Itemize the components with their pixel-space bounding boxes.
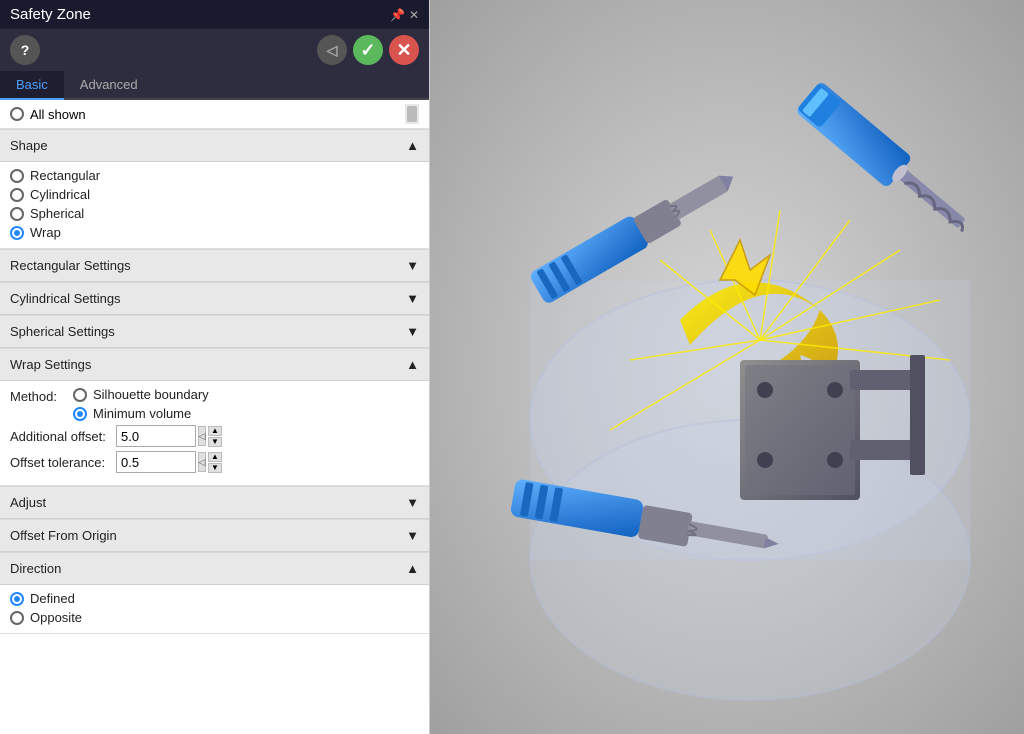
method-options: Silhouette boundary Minimum volume [73, 387, 209, 421]
viewport[interactable] [430, 0, 1024, 734]
direction-opposite-option[interactable]: Opposite [10, 610, 419, 625]
offset-tolerance-input-wrap: ◁ ▲ ▼ [116, 451, 222, 473]
offset-from-origin-header[interactable]: Offset From Origin ▼ [0, 519, 429, 552]
adjust-section-header[interactable]: Adjust ▼ [0, 486, 429, 519]
tab-advanced[interactable]: Advanced [64, 71, 154, 100]
toolbar-left: ? [10, 35, 40, 65]
spherical-settings-title: Spherical Settings [10, 324, 115, 339]
defined-label: Defined [30, 591, 75, 606]
minimum-volume-radio[interactable] [73, 407, 87, 421]
wrap-settings-body: Method: Silhouette boundary Minimum volu… [0, 381, 429, 486]
shape-wrap-option[interactable]: Wrap [10, 225, 419, 240]
panel-content: All shown Shape ▲ Rectangular Cylindrica… [0, 100, 429, 734]
adjust-chevron-icon: ▼ [406, 495, 419, 510]
direction-radio-group: Defined Opposite [10, 591, 419, 625]
direction-chevron-icon: ▲ [406, 561, 419, 576]
title-bar-left: Safety Zone [10, 6, 91, 23]
direction-section-body: Defined Opposite [0, 585, 429, 634]
shape-section-body: Rectangular Cylindrical Spherical Wrap [0, 162, 429, 249]
additional-offset-label: Additional offset: [10, 429, 110, 444]
spherical-radio[interactable] [10, 207, 24, 221]
title-bar-right: 📌 ✕ [390, 8, 419, 22]
additional-offset-row: Additional offset: ◁ ▲ ▼ [10, 425, 419, 447]
cylindrical-radio[interactable] [10, 188, 24, 202]
offset-from-origin-title: Offset From Origin [10, 528, 117, 543]
pin-icon[interactable]: 📌 [390, 8, 405, 22]
wrap-settings-title: Wrap Settings [10, 357, 91, 372]
ok-button[interactable]: ✓ [353, 35, 383, 65]
shape-chevron-icon: ▲ [406, 138, 419, 153]
cylindrical-settings-chevron-icon: ▼ [406, 291, 419, 306]
method-label: Method: [10, 387, 65, 404]
cylindrical-settings-header[interactable]: Cylindrical Settings ▼ [0, 282, 429, 315]
additional-offset-slider[interactable]: ◁ [198, 426, 206, 446]
silhouette-radio[interactable] [73, 388, 87, 402]
silhouette-option[interactable]: Silhouette boundary [73, 387, 209, 402]
left-panel: Safety Zone 📌 ✕ ? ◁ ✓ ✕ Basic Advanced A… [0, 0, 430, 734]
offset-tolerance-input[interactable] [116, 451, 196, 473]
wrap-radio[interactable] [10, 226, 24, 240]
shape-section-title: Shape [10, 138, 48, 153]
shape-section-header[interactable]: Shape ▲ [0, 129, 429, 162]
additional-offset-down[interactable]: ▼ [208, 437, 222, 447]
additional-offset-controls: ◁ ▲ ▼ [198, 426, 222, 447]
additional-offset-input-wrap: ◁ ▲ ▼ [116, 425, 222, 447]
right-panel[interactable] [430, 0, 1024, 734]
additional-offset-up[interactable]: ▲ [208, 426, 222, 436]
minimum-volume-label: Minimum volume [93, 406, 191, 421]
cancel-button[interactable]: ✕ [389, 35, 419, 65]
back-button[interactable]: ◁ [317, 35, 347, 65]
offset-tolerance-row: Offset tolerance: ◁ ▲ ▼ [10, 451, 419, 473]
offset-from-origin-chevron-icon: ▼ [406, 528, 419, 543]
offset-tolerance-spinner: ▲ ▼ [208, 452, 222, 473]
cylindrical-settings-title: Cylindrical Settings [10, 291, 121, 306]
rectangular-label: Rectangular [30, 168, 100, 183]
offset-tolerance-down[interactable]: ▼ [208, 463, 222, 473]
offset-tolerance-slider[interactable]: ◁ [198, 452, 206, 472]
offset-tolerance-label: Offset tolerance: [10, 455, 110, 470]
shape-spherical-option[interactable]: Spherical [10, 206, 419, 221]
direction-section-title: Direction [10, 561, 61, 576]
shape-rectangular-option[interactable]: Rectangular [10, 168, 419, 183]
wrap-settings-chevron-icon: ▲ [406, 357, 419, 372]
shape-cylindrical-option[interactable]: Cylindrical [10, 187, 419, 202]
adjust-section-title: Adjust [10, 495, 46, 510]
tab-row: Basic Advanced [0, 71, 429, 100]
opposite-radio[interactable] [10, 611, 24, 625]
rectangular-radio[interactable] [10, 169, 24, 183]
window-title: Safety Zone [10, 6, 91, 23]
defined-radio[interactable] [10, 592, 24, 606]
toolbar-right: ◁ ✓ ✕ [317, 35, 419, 65]
tab-basic[interactable]: Basic [0, 71, 64, 100]
rectangular-settings-title: Rectangular Settings [10, 258, 131, 273]
offset-tolerance-up[interactable]: ▲ [208, 452, 222, 462]
offset-tolerance-controls: ◁ ▲ ▼ [198, 452, 222, 473]
spherical-label: Spherical [30, 206, 84, 221]
help-button[interactable]: ? [10, 35, 40, 65]
all-shown-radio[interactable] [10, 107, 24, 121]
wrap-label: Wrap [30, 225, 61, 240]
method-row: Method: Silhouette boundary Minimum volu… [10, 387, 419, 421]
title-bar: Safety Zone 📌 ✕ [0, 0, 429, 29]
all-shown-label: All shown [30, 107, 86, 122]
wrap-settings-header[interactable]: Wrap Settings ▲ [0, 348, 429, 381]
spherical-settings-header[interactable]: Spherical Settings ▼ [0, 315, 429, 348]
opposite-label: Opposite [30, 610, 82, 625]
close-icon[interactable]: ✕ [409, 8, 419, 22]
rectangular-settings-chevron-icon: ▼ [406, 258, 419, 273]
additional-offset-spinner: ▲ ▼ [208, 426, 222, 447]
all-shown-row: All shown [0, 100, 429, 129]
scene-3d [430, 0, 1024, 734]
cylindrical-label: Cylindrical [30, 187, 90, 202]
direction-section-header[interactable]: Direction ▲ [0, 552, 429, 585]
rectangular-settings-header[interactable]: Rectangular Settings ▼ [0, 249, 429, 282]
additional-offset-input[interactable] [116, 425, 196, 447]
silhouette-label: Silhouette boundary [93, 387, 209, 402]
direction-defined-option[interactable]: Defined [10, 591, 419, 606]
toolbar-row: ? ◁ ✓ ✕ [0, 29, 429, 71]
shape-radio-group: Rectangular Cylindrical Spherical Wrap [10, 168, 419, 240]
spherical-settings-chevron-icon: ▼ [406, 324, 419, 339]
minimum-volume-option[interactable]: Minimum volume [73, 406, 209, 421]
